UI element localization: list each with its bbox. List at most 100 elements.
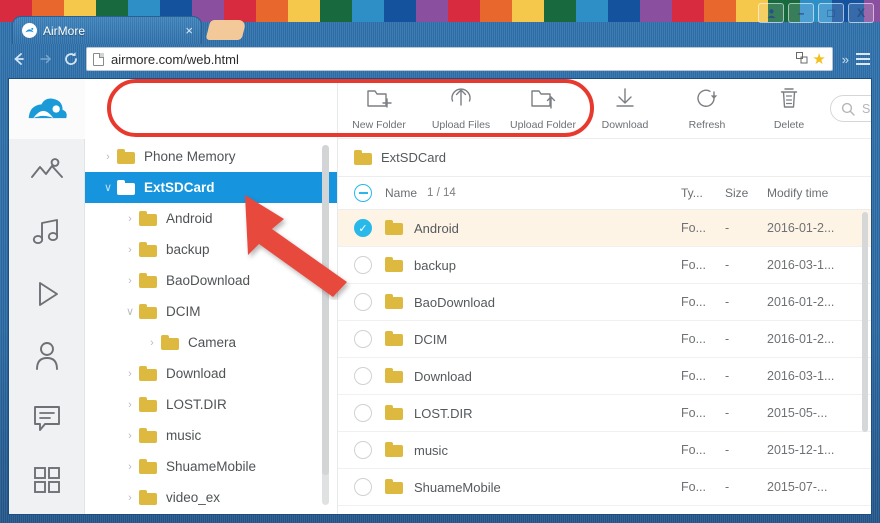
chevron-right-icon[interactable]: › <box>121 213 139 225</box>
sidebar-item-contacts[interactable] <box>9 325 85 387</box>
toolbar-upload-files-button[interactable]: Upload Files <box>420 79 502 139</box>
file-size: - <box>725 369 730 383</box>
address-bar[interactable]: airmore.com/web.html ★ <box>86 47 833 71</box>
browser-menu-button[interactable] <box>852 48 874 70</box>
column-header-type[interactable]: Ty... <box>681 186 725 200</box>
forward-button[interactable] <box>32 46 58 72</box>
tree-item-label: backup <box>166 242 210 257</box>
file-name: ShuameMobile <box>414 479 501 495</box>
indeterminate-dash-icon <box>358 192 368 194</box>
maximize-button[interactable]: □ <box>818 3 844 23</box>
toolbar-refresh-button[interactable]: Refresh <box>666 79 748 139</box>
table-row[interactable]: ShuameMobile Fo... - 2015-07-... <box>338 469 871 506</box>
file-toolbar: New Folder Upload Files Upload Folder Downl… <box>338 79 871 139</box>
folder-icon <box>139 272 157 288</box>
toolbar-overflow-button[interactable]: » <box>839 52 852 67</box>
folder-icon <box>139 458 157 474</box>
row-checkbox[interactable] <box>354 441 372 459</box>
row-checkbox[interactable] <box>354 330 372 348</box>
tree-item-android[interactable]: › Android <box>85 203 338 234</box>
new-tab-button[interactable] <box>205 20 247 40</box>
sidebar-item-messages[interactable] <box>9 387 85 449</box>
toolbar-delete-button[interactable]: Delete <box>748 79 830 139</box>
tree-item-music[interactable]: › music <box>85 420 338 451</box>
tree-item-extsdcard[interactable]: ∨ ExtSDCard <box>85 172 338 203</box>
toolbar-download-button[interactable]: Download <box>584 79 666 139</box>
chevron-right-icon[interactable]: › <box>121 492 139 504</box>
browser-tab-airmore[interactable]: AirMore × <box>12 16 202 44</box>
sidebar-item-logo[interactable] <box>9 79 85 139</box>
toolbar-upload-folder-button[interactable]: Upload Folder <box>502 79 584 139</box>
row-checkbox[interactable] <box>354 404 372 422</box>
column-header-name[interactable]: Name <box>385 186 417 200</box>
tree-item-backup[interactable]: › backup <box>85 234 338 265</box>
file-list-header: Name 1 / 14 Ty... Size Modify time <box>338 177 871 210</box>
file-size: - <box>725 406 730 420</box>
chevron-right-icon[interactable]: › <box>121 399 139 411</box>
table-row[interactable]: backup Fo... - 2016-03-1... <box>338 247 871 284</box>
user-profile-button[interactable] <box>758 3 784 23</box>
sidebar-item-pictures[interactable] <box>9 139 85 201</box>
toolbar-button-label: Refresh <box>688 119 726 131</box>
chevron-right-icon[interactable]: › <box>121 368 139 380</box>
row-checkbox[interactable] <box>354 256 372 274</box>
sidebar-item-music[interactable] <box>9 201 85 263</box>
tree-item-baodownload[interactable]: › BaoDownload <box>85 265 338 296</box>
file-name: DCIM <box>414 331 448 347</box>
select-all-checkbox[interactable] <box>354 184 372 202</box>
chevron-down-icon[interactable]: ∨ <box>121 305 139 318</box>
chevron-right-icon[interactable]: › <box>121 275 139 287</box>
tree-scrollbar[interactable] <box>322 145 329 505</box>
table-row[interactable]: BaoDownload Fo... - 2016-01-2... <box>338 284 871 321</box>
row-checkbox[interactable] <box>354 367 372 385</box>
chevron-right-icon[interactable]: › <box>121 461 139 473</box>
sidebar-item-apps[interactable] <box>9 449 85 511</box>
back-button[interactable] <box>6 46 32 72</box>
table-row[interactable]: music Fo... - 2015-12-1... <box>338 432 871 469</box>
chevron-right-icon[interactable]: › <box>121 430 139 442</box>
tree-item-camera[interactable]: › Camera <box>85 327 338 358</box>
table-row[interactable]: ✓ Android Fo... - 2016-01-2... <box>338 210 871 247</box>
tree-item-label: BaoDownload <box>166 273 251 288</box>
search-icon <box>841 102 855 116</box>
menu-line-2 <box>856 58 870 60</box>
table-row[interactable]: LOST.DIR Fo... - 2015-05-... <box>338 395 871 432</box>
tree-item-phone-memory[interactable]: › Phone Memory <box>85 141 338 172</box>
file-modified: 2015-07-... <box>767 480 828 494</box>
tree-item-video-ex[interactable]: › video_ex <box>85 482 338 513</box>
chevron-right-icon[interactable]: › <box>99 151 117 163</box>
translate-icon[interactable] <box>796 51 808 67</box>
search-input[interactable]: Search <box>830 95 871 122</box>
folder-icon <box>354 149 372 165</box>
tree-item-lost-dir[interactable]: › LOST.DIR <box>85 389 338 420</box>
tree-item-download[interactable]: › Download <box>85 358 338 389</box>
toolbar-new-folder-button[interactable]: New Folder <box>338 79 420 139</box>
reload-button[interactable] <box>58 46 84 72</box>
chevron-right-icon[interactable]: › <box>143 337 161 349</box>
file-list-scrollbar[interactable] <box>862 212 868 432</box>
tree-item-dcim[interactable]: ∨ DCIM <box>85 296 338 327</box>
file-name: BaoDownload <box>414 294 495 310</box>
row-checkbox[interactable] <box>354 293 372 311</box>
minimize-button[interactable]: – <box>788 3 814 23</box>
row-checkbox[interactable]: ✓ <box>354 219 372 237</box>
sidebar-item-videos[interactable] <box>9 263 85 325</box>
folder-icon <box>117 179 135 195</box>
close-window-button[interactable]: X <box>848 3 874 23</box>
chevron-right-icon[interactable]: › <box>121 244 139 256</box>
tree-item-label: video_ex <box>166 490 221 505</box>
bookmark-star-icon[interactable]: ★ <box>812 50 825 68</box>
airmore-web-app: › Phone Memory ∨ ExtSDCard › Android › backup › B… <box>8 78 872 515</box>
row-checkbox[interactable] <box>354 478 372 496</box>
column-header-size[interactable]: Size <box>725 186 767 200</box>
arrow-left-icon <box>14 53 24 65</box>
table-row[interactable]: Download Fo... - 2016-03-1... <box>338 358 871 395</box>
tab-close-icon[interactable]: × <box>185 24 193 37</box>
tree-scrollbar-thumb[interactable] <box>322 145 329 475</box>
column-header-modified[interactable]: Modify time <box>767 186 871 200</box>
folder-icon <box>139 396 157 412</box>
tree-item-shuamemobile[interactable]: › ShuameMobile <box>85 451 338 482</box>
folder-plus-icon <box>366 86 392 115</box>
table-row[interactable]: DCIM Fo... - 2016-01-2... <box>338 321 871 358</box>
chevron-down-icon[interactable]: ∨ <box>99 181 117 194</box>
